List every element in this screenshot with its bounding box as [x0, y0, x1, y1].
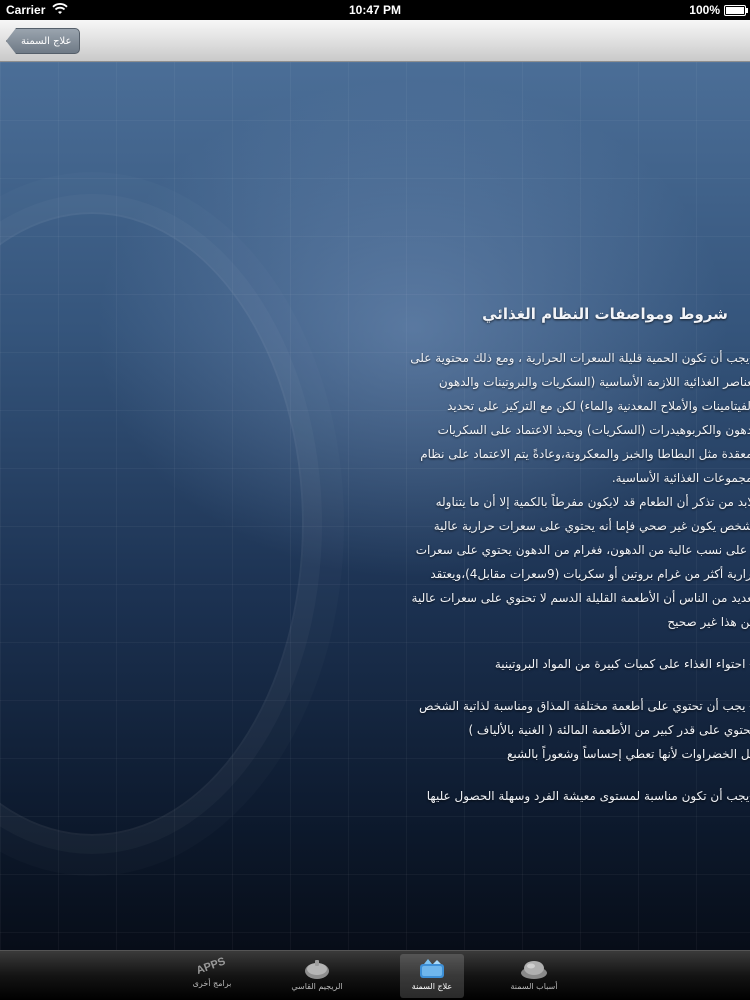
article-paragraph-2: ٢- احتواء الغذاء على كميات كبيرة من المو…	[494, 657, 750, 671]
tab-bar: APPS برامج أخرى الريجيم القاسي علاج السم…	[0, 950, 750, 1000]
tab-obesity-causes[interactable]: أسباب السمنة	[502, 954, 566, 998]
battery-icon	[724, 5, 748, 16]
status-bar: Carrier 10:47 PM 100%	[0, 0, 750, 20]
article-paragraph-4: ٤-يجب أن تكون مناسبة لمستوى معيشة الفرد …	[426, 789, 750, 803]
article-paragraph-1: ١-يجب أن تكون الحمية قليلة السعرات الحرا…	[410, 351, 750, 629]
article-paragraph-3: ٣- يجب أن تحتوي على أطعمة مختلفة المذاق …	[419, 699, 750, 761]
tab-strict-diet[interactable]: الريجيم القاسي	[285, 954, 349, 998]
food-icon	[521, 961, 547, 979]
clock: 10:47 PM	[348, 3, 402, 17]
article-view[interactable]: شروط ومواصفات النظام الغذائي ١-يجب أن تك…	[0, 62, 750, 950]
article-title: شروط ومواصفات النظام الغذائي	[482, 305, 728, 323]
tab-label: علاج السمنة	[411, 982, 453, 991]
measuring-tape-icon	[420, 959, 444, 978]
back-button[interactable]: علاج السمنة	[6, 28, 81, 54]
scale-icon	[305, 960, 329, 979]
battery-percentage: 100%	[689, 3, 720, 17]
tab-other-apps[interactable]: APPS برامج أخرى	[180, 954, 244, 998]
tab-label: أسباب السمنة	[510, 982, 558, 991]
tab-label: الريجيم القاسي	[291, 982, 343, 991]
navigation-bar: علاج السمنة	[0, 20, 750, 62]
article: شروط ومواصفات النظام الغذائي ١-يجب أن تك…	[228, 302, 750, 826]
tab-obesity-treatment[interactable]: علاج السمنة	[400, 954, 464, 998]
